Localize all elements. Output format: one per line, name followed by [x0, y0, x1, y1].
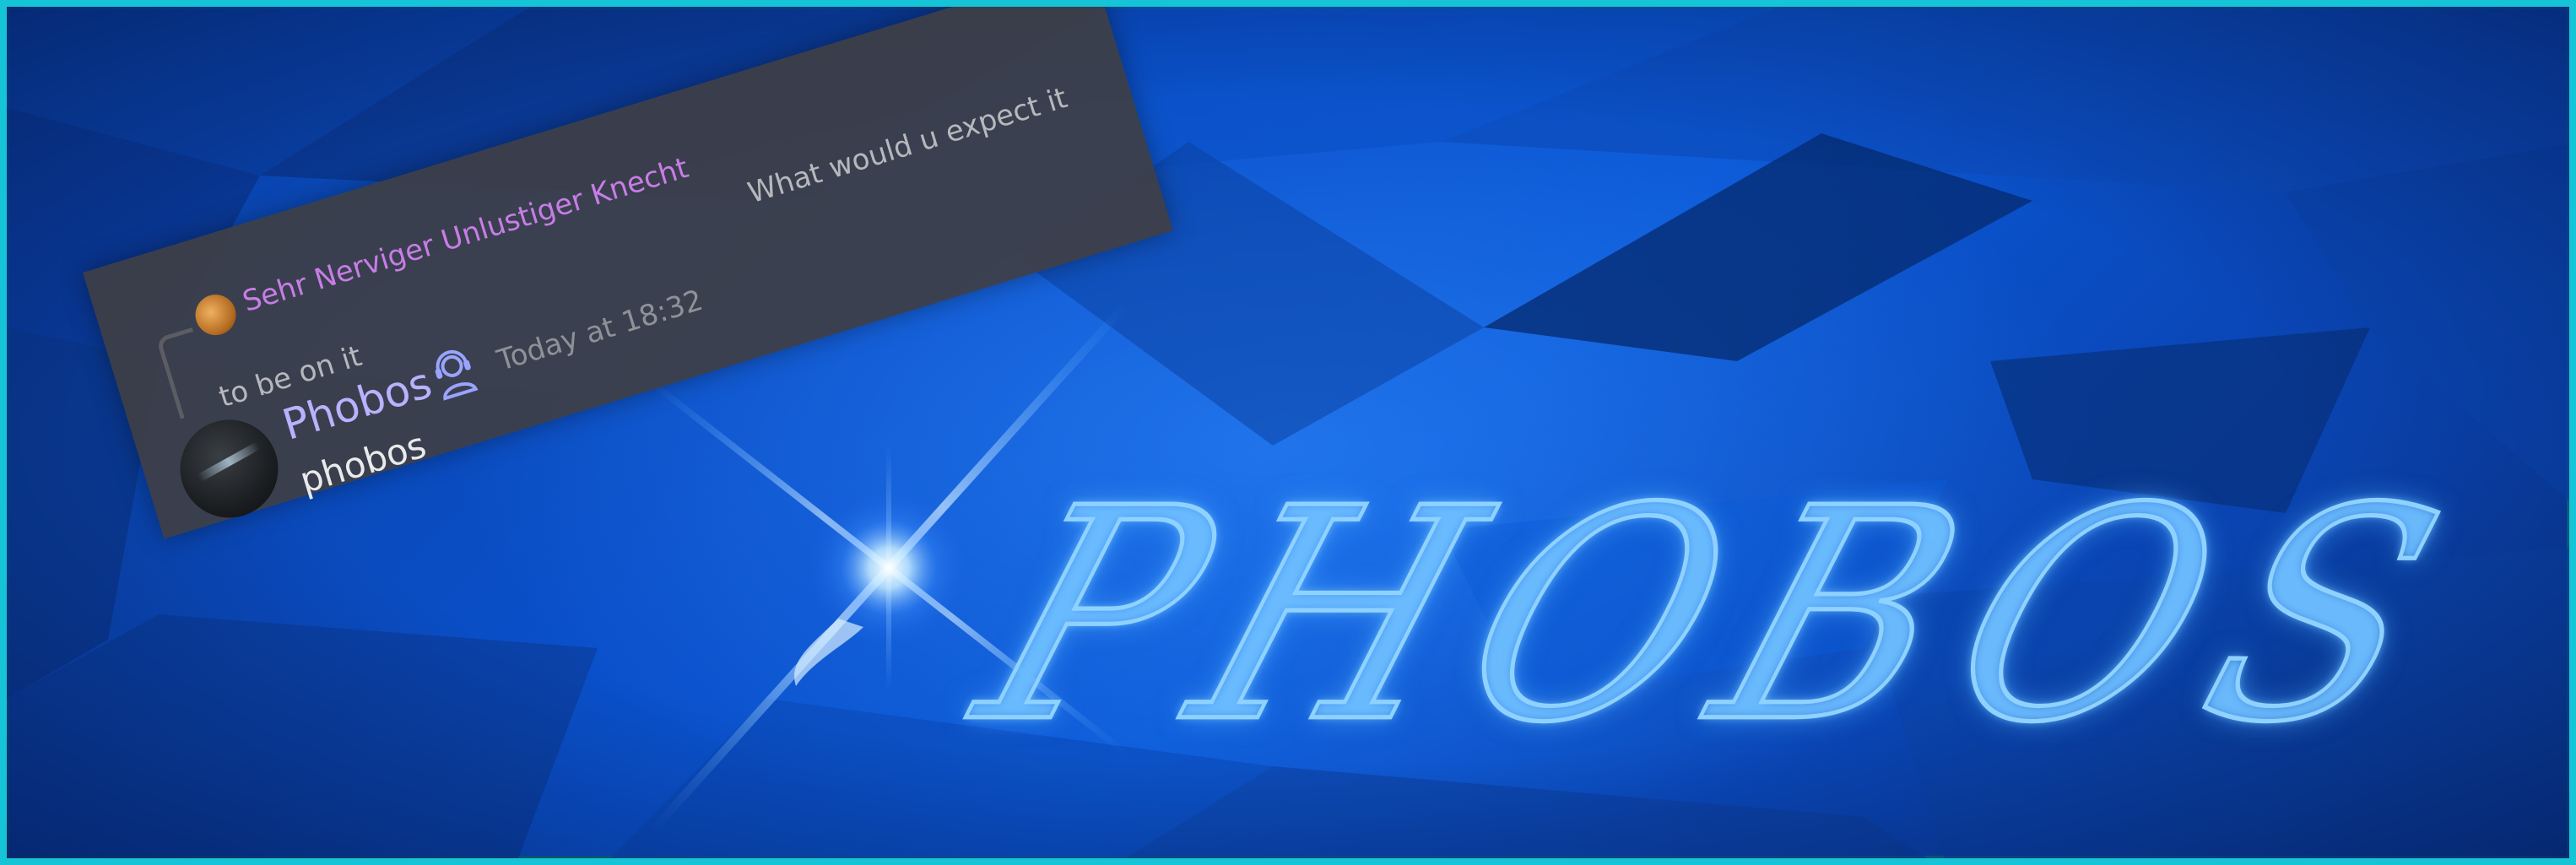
banner: Sehr Nerviger Unlustiger Knecht What wou…: [0, 0, 2576, 865]
avatar-streak: [197, 441, 261, 482]
logo-text: PHOBOS: [945, 444, 2500, 788]
